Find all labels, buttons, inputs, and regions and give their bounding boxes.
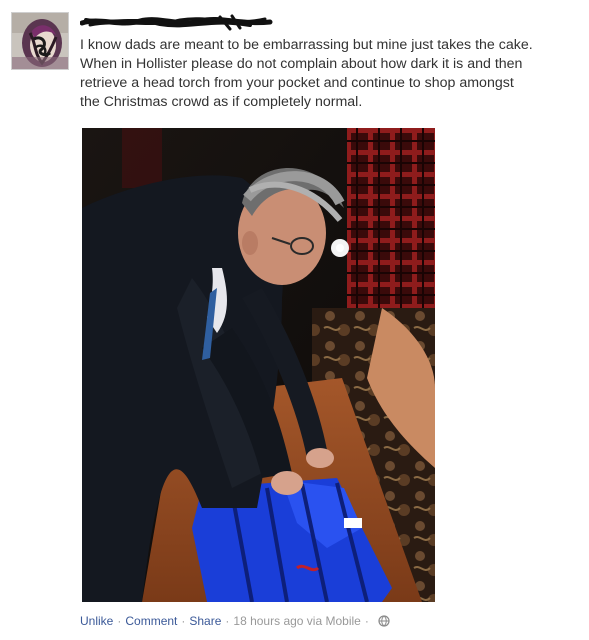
separator: · — [117, 614, 122, 628]
scribble-redaction — [80, 14, 273, 31]
post-message-line: I know dads are meant to be embarrassing… — [80, 37, 533, 53]
post-message-line: the Christmas crowd as if completely nor… — [80, 94, 363, 110]
separator: · — [364, 614, 369, 628]
comment-link[interactable]: Comment — [125, 614, 177, 628]
post-message-line: retrieve a head torch from your pocket a… — [80, 75, 514, 91]
share-link[interactable]: Share — [189, 614, 221, 628]
photo-illustration — [82, 128, 435, 602]
post-message-line: When in Hollister please do not complain… — [80, 56, 523, 72]
author-name-redacted[interactable] — [80, 13, 280, 33]
post-photo[interactable] — [82, 128, 435, 602]
feed-post: I know dads are meant to be embarrassing… — [0, 0, 589, 640]
profile-avatar[interactable] — [11, 12, 69, 70]
separator: · — [225, 614, 230, 628]
globe-icon[interactable] — [378, 615, 390, 627]
post-timestamp[interactable]: 18 hours ago via Mobile — [233, 614, 360, 628]
post-message: I know dads are meant to be embarrassing… — [80, 36, 580, 112]
avatar-image — [12, 13, 68, 69]
unlike-link[interactable]: Unlike — [80, 614, 113, 628]
separator: · — [181, 614, 186, 628]
post-footer: Unlike · Comment · Share · 18 hours ago … — [80, 614, 390, 628]
